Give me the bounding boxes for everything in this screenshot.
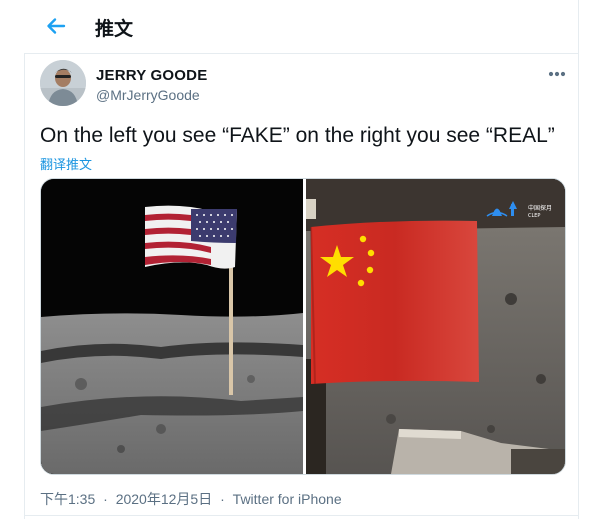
tweet-text: On the left you see “FAKE” on the right … [40, 124, 555, 147]
page-header: 推文 [24, 0, 578, 54]
meta-separator: · [220, 491, 225, 507]
avatar[interactable] [40, 60, 86, 106]
user-handle[interactable]: @MrJerryGoode [96, 87, 200, 103]
page-title: 推文 [95, 19, 134, 40]
svg-text:中国探月: 中国探月 [528, 204, 552, 212]
tweet-date[interactable]: 2020年12月5日 [116, 491, 213, 507]
right-photo: 中国探月 CLEP [306, 179, 565, 474]
media-image: 中国探月 CLEP [41, 179, 565, 474]
divider [24, 515, 578, 516]
more-options-button[interactable] [544, 64, 570, 84]
tweet-media[interactable]: 中国探月 CLEP [40, 178, 566, 475]
avatar-photo [40, 60, 86, 106]
tweet-source[interactable]: Twitter for iPhone [233, 491, 342, 507]
meta-separator: · [103, 491, 108, 507]
arrow-left-icon [47, 18, 66, 34]
tweet-time[interactable]: 下午1:35 [40, 491, 95, 507]
display-name[interactable]: JERRY GOODE [96, 67, 207, 84]
translate-tweet-link[interactable]: 翻译推文 [40, 154, 92, 173]
svg-text:CLEP: CLEP [528, 213, 540, 219]
column-border-left [24, 0, 25, 519]
left-photo [41, 179, 303, 474]
back-button[interactable] [42, 12, 70, 40]
more-dots-icon [548, 71, 566, 77]
tweet-meta: 下午1:35 · 2020年12月5日 · Twitter for iPhone [40, 489, 342, 509]
column-border-right [578, 0, 579, 519]
